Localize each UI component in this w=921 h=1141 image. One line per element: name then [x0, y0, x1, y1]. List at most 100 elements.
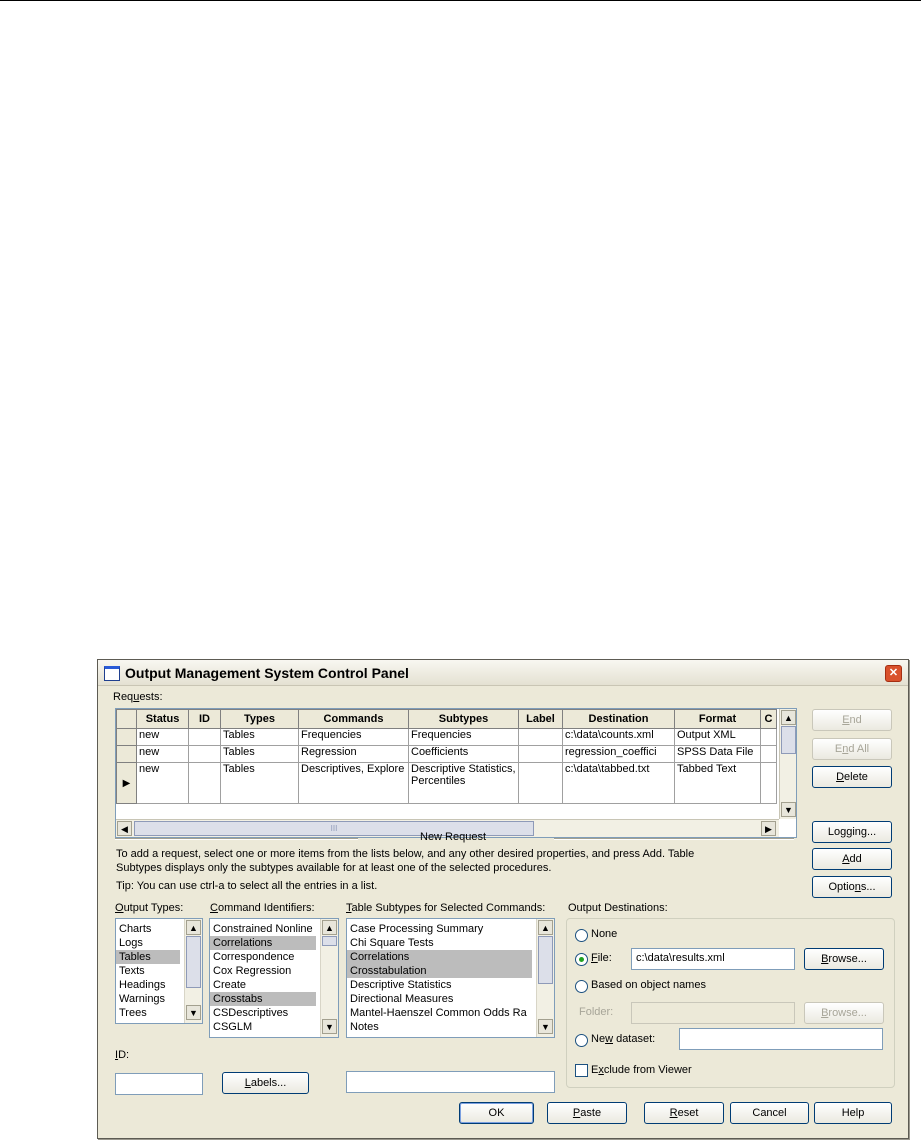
reset-button[interactable]: Reset — [644, 1102, 724, 1124]
list-item[interactable]: CSGLM — [210, 1020, 338, 1034]
cell-label[interactable] — [518, 762, 563, 804]
cell-destination[interactable]: c:\data\counts.xml — [562, 728, 675, 746]
row-header[interactable] — [116, 728, 137, 746]
cell-format[interactable]: Output XML — [674, 728, 761, 746]
cell-id[interactable] — [188, 762, 221, 804]
cell-format[interactable]: Tabbed Text — [674, 762, 761, 804]
based-on-names-radio[interactable] — [575, 980, 588, 993]
new-dataset-input[interactable] — [679, 1028, 883, 1050]
list-item[interactable]: Mantel-Haenszel Common Odds Ra — [347, 1006, 536, 1020]
cell-status[interactable]: new — [136, 728, 189, 746]
folder-browse-button[interactable]: Browse... — [804, 1002, 884, 1024]
cell-c[interactable] — [760, 762, 777, 804]
cell-format[interactable]: SPSS Data File — [674, 745, 761, 763]
cell-types[interactable]: Tables — [220, 762, 299, 804]
add-button[interactable]: Add — [812, 848, 892, 870]
col-header-destination[interactable]: Destination — [562, 709, 675, 729]
row-header[interactable] — [116, 745, 137, 763]
list-item[interactable]: Chi Square Tests — [347, 936, 554, 950]
list-item[interactable]: Correspondence — [210, 950, 338, 964]
new-dataset-radio[interactable] — [575, 1034, 588, 1047]
cell-subtypes[interactable]: Frequencies — [408, 728, 519, 746]
cell-status[interactable]: new — [136, 762, 189, 804]
cell-subtypes[interactable]: Descriptive Statistics, Percentiles — [408, 762, 519, 804]
close-icon[interactable]: ✕ — [885, 665, 902, 682]
paste-button[interactable]: Paste — [547, 1102, 627, 1124]
output-types-scrollbar[interactable]: ▲ ▼ — [184, 919, 202, 1023]
help-button[interactable]: Help — [814, 1102, 892, 1124]
folder-input[interactable] — [631, 1002, 795, 1024]
options-button[interactable]: Options... — [812, 876, 892, 898]
cell-status[interactable]: new — [136, 745, 189, 763]
list-item[interactable]: Crosstabulation — [347, 964, 532, 978]
scroll-thumb[interactable] — [322, 936, 337, 946]
grid-vscroll-thumb[interactable] — [781, 726, 796, 754]
requests-grid[interactable]: Status ID Types Commands Subtypes Label … — [115, 708, 797, 838]
list-item[interactable]: Constrained Nonline — [210, 922, 320, 936]
cell-types[interactable]: Tables — [220, 745, 299, 763]
col-header-format[interactable]: Format — [674, 709, 761, 729]
cell-label[interactable] — [518, 745, 563, 763]
cell-c[interactable] — [760, 728, 777, 746]
cell-commands[interactable]: Frequencies — [298, 728, 409, 746]
logging-button[interactable]: Logging... — [812, 821, 892, 843]
table-row[interactable]: ▶ new Tables Descriptives, Explore Descr… — [116, 762, 777, 804]
cell-id[interactable] — [188, 745, 221, 763]
col-header-types[interactable]: Types — [220, 709, 299, 729]
col-header-id[interactable]: ID — [188, 709, 221, 729]
scroll-up-icon[interactable]: ▲ — [186, 920, 201, 935]
list-item[interactable]: Tables — [116, 950, 180, 964]
col-header-label[interactable]: Label — [518, 709, 563, 729]
none-radio[interactable] — [575, 929, 588, 942]
list-item[interactable]: Crosstabs — [210, 992, 316, 1006]
scroll-down-icon[interactable]: ▼ — [186, 1005, 201, 1020]
ok-button[interactable]: OK — [459, 1102, 534, 1124]
table-row[interactable]: new Tables Regression Coefficients regre… — [116, 745, 777, 763]
scroll-up-icon[interactable]: ▲ — [322, 920, 337, 935]
list-item[interactable]: CSDescriptives — [210, 1006, 338, 1020]
cell-commands[interactable]: Regression — [298, 745, 409, 763]
list-item[interactable]: Case Processing Summary — [347, 922, 554, 936]
file-radio[interactable] — [575, 953, 588, 966]
cell-destination[interactable]: regression_coeffici — [562, 745, 675, 763]
list-item[interactable]: Correlations — [210, 936, 316, 950]
scroll-down-icon[interactable]: ▼ — [781, 802, 796, 817]
cell-commands[interactable]: Descriptives, Explore — [298, 762, 409, 804]
list-item[interactable]: Correlations — [347, 950, 532, 964]
title-bar[interactable]: Output Management System Control Panel ✕ — [98, 660, 908, 686]
cell-id[interactable] — [188, 728, 221, 746]
table-subtypes-scrollbar[interactable]: ▲ ▼ — [536, 919, 554, 1037]
scroll-left-icon[interactable]: ◀ — [117, 821, 132, 836]
list-item[interactable]: Directional Measures — [347, 992, 554, 1006]
delete-button[interactable]: Delete — [812, 766, 892, 788]
col-header-commands[interactable]: Commands — [298, 709, 409, 729]
file-browse-button[interactable]: Browse... — [804, 948, 884, 970]
output-types-list[interactable]: Charts Logs Tables Texts Headings Warnin… — [115, 918, 203, 1024]
scroll-thumb[interactable] — [186, 936, 201, 988]
list-item[interactable]: Notes — [347, 1020, 554, 1034]
cell-subtypes[interactable]: Coefficients — [408, 745, 519, 763]
end-all-button[interactable]: End All — [812, 738, 892, 760]
scroll-down-icon[interactable]: ▼ — [322, 1019, 337, 1034]
list-item[interactable]: Create — [210, 978, 338, 992]
end-button[interactable]: End — [812, 709, 892, 731]
table-subtypes-list[interactable]: Case Processing Summary Chi Square Tests… — [346, 918, 555, 1038]
col-header-c[interactable]: C — [760, 709, 777, 729]
scroll-down-icon[interactable]: ▼ — [538, 1019, 553, 1034]
cell-destination[interactable]: c:\data\tabbed.txt — [562, 762, 675, 804]
cell-c[interactable] — [760, 745, 777, 763]
list-item[interactable]: Descriptive Statistics — [347, 978, 554, 992]
cell-types[interactable]: Tables — [220, 728, 299, 746]
scroll-thumb[interactable] — [538, 936, 553, 984]
grid-vertical-scrollbar[interactable]: ▲ ▼ — [779, 709, 796, 819]
cancel-button[interactable]: Cancel — [730, 1102, 809, 1124]
exclude-from-viewer-checkbox[interactable] — [575, 1064, 588, 1077]
command-identifiers-scrollbar[interactable]: ▲ ▼ — [320, 919, 338, 1037]
list-item[interactable]: Cox Regression — [210, 964, 338, 978]
scroll-up-icon[interactable]: ▲ — [781, 710, 796, 725]
cell-label[interactable] — [518, 728, 563, 746]
scroll-up-icon[interactable]: ▲ — [538, 920, 553, 935]
label-input[interactable] — [346, 1071, 555, 1093]
command-identifiers-list[interactable]: Constrained Nonline Correlations Corresp… — [209, 918, 339, 1038]
id-input[interactable] — [115, 1073, 203, 1095]
